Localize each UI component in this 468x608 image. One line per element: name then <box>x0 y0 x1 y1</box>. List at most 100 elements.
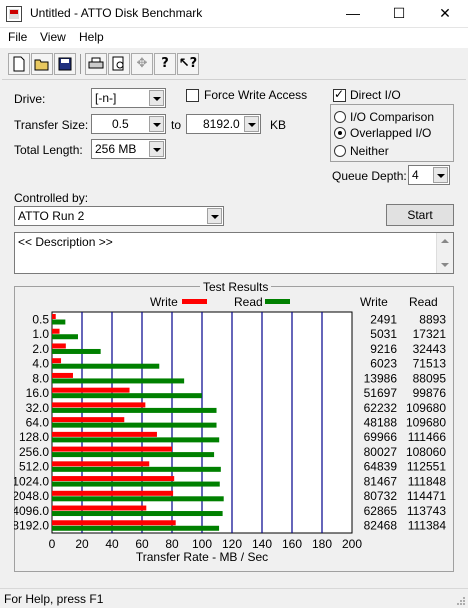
read-value: 99876 <box>413 386 447 400</box>
read-value: 17321 <box>413 327 447 341</box>
write-bar <box>52 343 66 349</box>
category-label: 2048.0 <box>14 489 49 503</box>
read-bar <box>52 393 202 399</box>
read-value: 111384 <box>408 519 447 533</box>
transfer-size-label: Transfer Size: <box>14 118 89 132</box>
x-tick-label: 100 <box>192 537 212 551</box>
chevron-down-icon[interactable] <box>207 208 222 224</box>
neither-radio[interactable] <box>334 145 346 157</box>
read-bar <box>52 348 101 354</box>
close-icon: ✕ <box>439 5 451 21</box>
category-label: 16.0 <box>26 386 50 400</box>
neither-label: Neither <box>350 144 389 158</box>
minimize-button[interactable]: — <box>330 0 376 28</box>
context-help-icon: ↖? <box>178 56 198 71</box>
new-file-button[interactable] <box>8 53 30 75</box>
direct-io-checkbox[interactable] <box>333 87 346 102</box>
write-value: 9216 <box>370 342 397 356</box>
description-scrollbar[interactable] <box>436 233 453 273</box>
x-tick-label: 200 <box>342 537 362 551</box>
context-help-button[interactable]: ↖? <box>177 53 199 75</box>
write-value: 64839 <box>364 460 398 474</box>
read-bar <box>52 363 160 369</box>
move-icon: ✥ <box>136 56 148 71</box>
read-value: 111466 <box>408 430 447 444</box>
window-title: Untitled - ATTO Disk Benchmark <box>30 6 203 20</box>
chevron-down-icon[interactable] <box>149 90 164 106</box>
menu-bar: File View Help <box>0 28 468 48</box>
overlapped-io-radio[interactable] <box>334 127 346 139</box>
force-write-checkbox[interactable] <box>186 89 199 102</box>
minimize-icon: — <box>346 5 360 21</box>
drive-label: Drive: <box>14 92 46 106</box>
write-bar <box>52 476 175 482</box>
transfer-to-select[interactable]: 8192.0 <box>186 114 261 134</box>
write-bar <box>52 461 150 467</box>
results-chart: Write Read 0 20 40 60 80 100 120 140 160 180 200 Tra… <box>14 295 447 564</box>
maximize-icon: ☐ <box>392 5 406 21</box>
transfer-from-select[interactable]: 0.5 <box>91 114 166 134</box>
category-label: 512.0 <box>19 460 49 474</box>
controlled-by-select[interactable]: ATTO Run 2 <box>14 206 224 226</box>
menu-file[interactable]: File <box>8 30 27 44</box>
chevron-down-icon[interactable] <box>149 116 164 132</box>
category-label: 8192.0 <box>14 519 49 533</box>
io-comparison-radio[interactable] <box>334 111 346 123</box>
category-label: 8.0 <box>32 371 49 385</box>
x-tick-label: 120 <box>222 537 242 551</box>
legend-read-swatch <box>265 299 290 304</box>
read-value: 114471 <box>407 489 446 503</box>
status-text: For Help, press F1 <box>4 592 104 606</box>
category-label: 32.0 <box>26 401 50 415</box>
chevron-down-icon[interactable] <box>244 116 259 132</box>
save-icon <box>58 57 72 71</box>
transfer-to-value: 8192.0 <box>203 117 240 131</box>
read-bar <box>52 466 221 472</box>
chevron-down-icon[interactable] <box>149 141 164 157</box>
move-button[interactable]: ✥ <box>131 53 153 75</box>
queue-depth-select[interactable]: 4 <box>408 165 450 185</box>
read-value: 32443 <box>413 342 447 356</box>
write-bar <box>52 520 176 526</box>
drive-value: [-n-] <box>95 91 117 105</box>
drive-select[interactable]: [-n-] <box>91 88 166 108</box>
write-bar <box>52 402 146 408</box>
description-textarea[interactable]: << Description >> <box>14 232 454 274</box>
close-button[interactable]: ✕ <box>422 0 468 28</box>
total-length-select[interactable]: 256 MB <box>91 139 166 159</box>
open-button[interactable] <box>31 53 53 75</box>
menu-view[interactable]: View <box>40 30 66 44</box>
chevron-down-icon[interactable] <box>433 167 448 183</box>
write-value: 80732 <box>364 489 398 503</box>
print-preview-button[interactable] <box>108 53 130 75</box>
start-button[interactable]: Start <box>386 204 454 226</box>
toolbar-separator <box>80 54 81 74</box>
scroll-down-icon[interactable] <box>441 263 449 267</box>
write-value: 69966 <box>364 430 398 444</box>
read-value: 109680 <box>406 416 446 430</box>
x-tick-label: 20 <box>75 537 89 551</box>
total-length-value: 256 MB <box>95 142 137 156</box>
print-preview-icon <box>112 56 124 71</box>
print-button[interactable] <box>85 53 107 75</box>
category-label: 1.0 <box>32 327 49 341</box>
read-bar <box>52 422 217 428</box>
x-axis-label: Transfer Rate - MB / Sec <box>136 550 268 564</box>
category-label: 64.0 <box>26 416 50 430</box>
menu-help[interactable]: Help <box>79 30 104 44</box>
resize-grip-icon[interactable] <box>456 596 466 606</box>
force-write-label: Force Write Access <box>204 88 308 102</box>
scroll-up-icon[interactable] <box>441 239 449 243</box>
x-tick-label: 160 <box>282 537 302 551</box>
read-value: 111848 <box>408 474 447 488</box>
save-button[interactable] <box>54 53 76 75</box>
print-icon <box>88 57 104 69</box>
app-icon <box>6 6 22 22</box>
io-comparison-label: I/O Comparison <box>350 110 435 124</box>
write-bar <box>52 358 62 364</box>
help-button[interactable]: ? <box>154 53 176 75</box>
title-bar: Untitled - ATTO Disk Benchmark — ☐ ✕ <box>0 0 468 28</box>
category-label: 4096.0 <box>14 504 49 518</box>
maximize-button[interactable]: ☐ <box>376 0 422 28</box>
status-bar: For Help, press F1 <box>0 588 468 608</box>
